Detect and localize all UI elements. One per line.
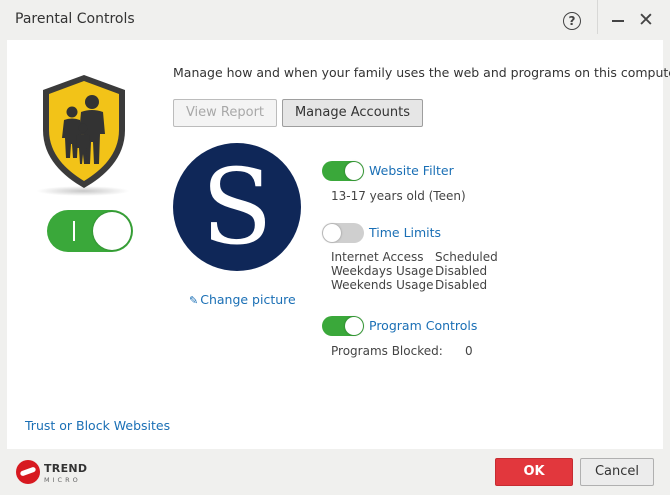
avatar-letter: S [201, 146, 273, 268]
toggle-on-mark [73, 221, 75, 241]
change-picture-label: Change picture [200, 292, 296, 307]
brand-name-line2: MICRO [44, 476, 81, 484]
manage-accounts-button[interactable]: Manage Accounts [282, 99, 423, 127]
ok-button[interactable]: OK [495, 458, 573, 486]
logo-swoosh [19, 466, 37, 477]
programs-blocked-value: 0 [465, 344, 473, 358]
filter-level: 13-17 years old (Teen) [331, 189, 466, 203]
time-limits-link[interactable]: Time Limits [369, 225, 441, 240]
internet-access-label: Internet Access [331, 250, 424, 264]
parental-controls-master-toggle[interactable] [47, 210, 133, 252]
program-controls-toggle[interactable] [322, 316, 364, 336]
family-shield-icon [43, 75, 125, 188]
program-controls-link[interactable]: Program Controls [369, 318, 477, 333]
minimize-icon[interactable] [612, 20, 624, 22]
programs-blocked-label: Programs Blocked: [331, 344, 443, 358]
trust-or-block-websites-link[interactable]: Trust or Block Websites [25, 418, 170, 433]
shield-shadow [36, 186, 130, 196]
cancel-button[interactable]: Cancel [580, 458, 654, 486]
weekends-usage-label: Weekends Usage [331, 278, 434, 292]
website-filter-link[interactable]: Website Filter [369, 163, 454, 178]
window-title: Parental Controls [15, 11, 135, 27]
time-limits-toggle[interactable] [322, 223, 364, 243]
view-report-button[interactable]: View Report [173, 99, 277, 127]
content-panel: Manage how and when your family uses the… [7, 40, 670, 449]
weekdays-usage-value: Disabled [435, 264, 488, 278]
brand-name-line1: TREND [44, 462, 88, 475]
change-picture-link[interactable]: ✎ Change picture [189, 292, 296, 307]
titlebar-divider [597, 0, 598, 34]
trend-micro-logo-icon [16, 460, 40, 484]
page-description: Manage how and when your family uses the… [173, 65, 670, 80]
title-bar: Parental Controls ? ✕ [0, 0, 670, 40]
internet-access-value: Scheduled [435, 250, 498, 264]
toggle-knob [93, 212, 131, 250]
weekends-usage-value: Disabled [435, 278, 488, 292]
toggle-knob [345, 162, 363, 180]
toggle-knob [323, 224, 341, 242]
pencil-icon: ✎ [189, 294, 199, 307]
website-filter-toggle[interactable] [322, 161, 364, 181]
toggle-knob [345, 317, 363, 335]
help-icon[interactable]: ? [563, 12, 581, 30]
avatar[interactable]: S [173, 143, 301, 271]
close-icon[interactable]: ✕ [638, 8, 654, 32]
weekdays-usage-label: Weekdays Usage [331, 264, 434, 278]
